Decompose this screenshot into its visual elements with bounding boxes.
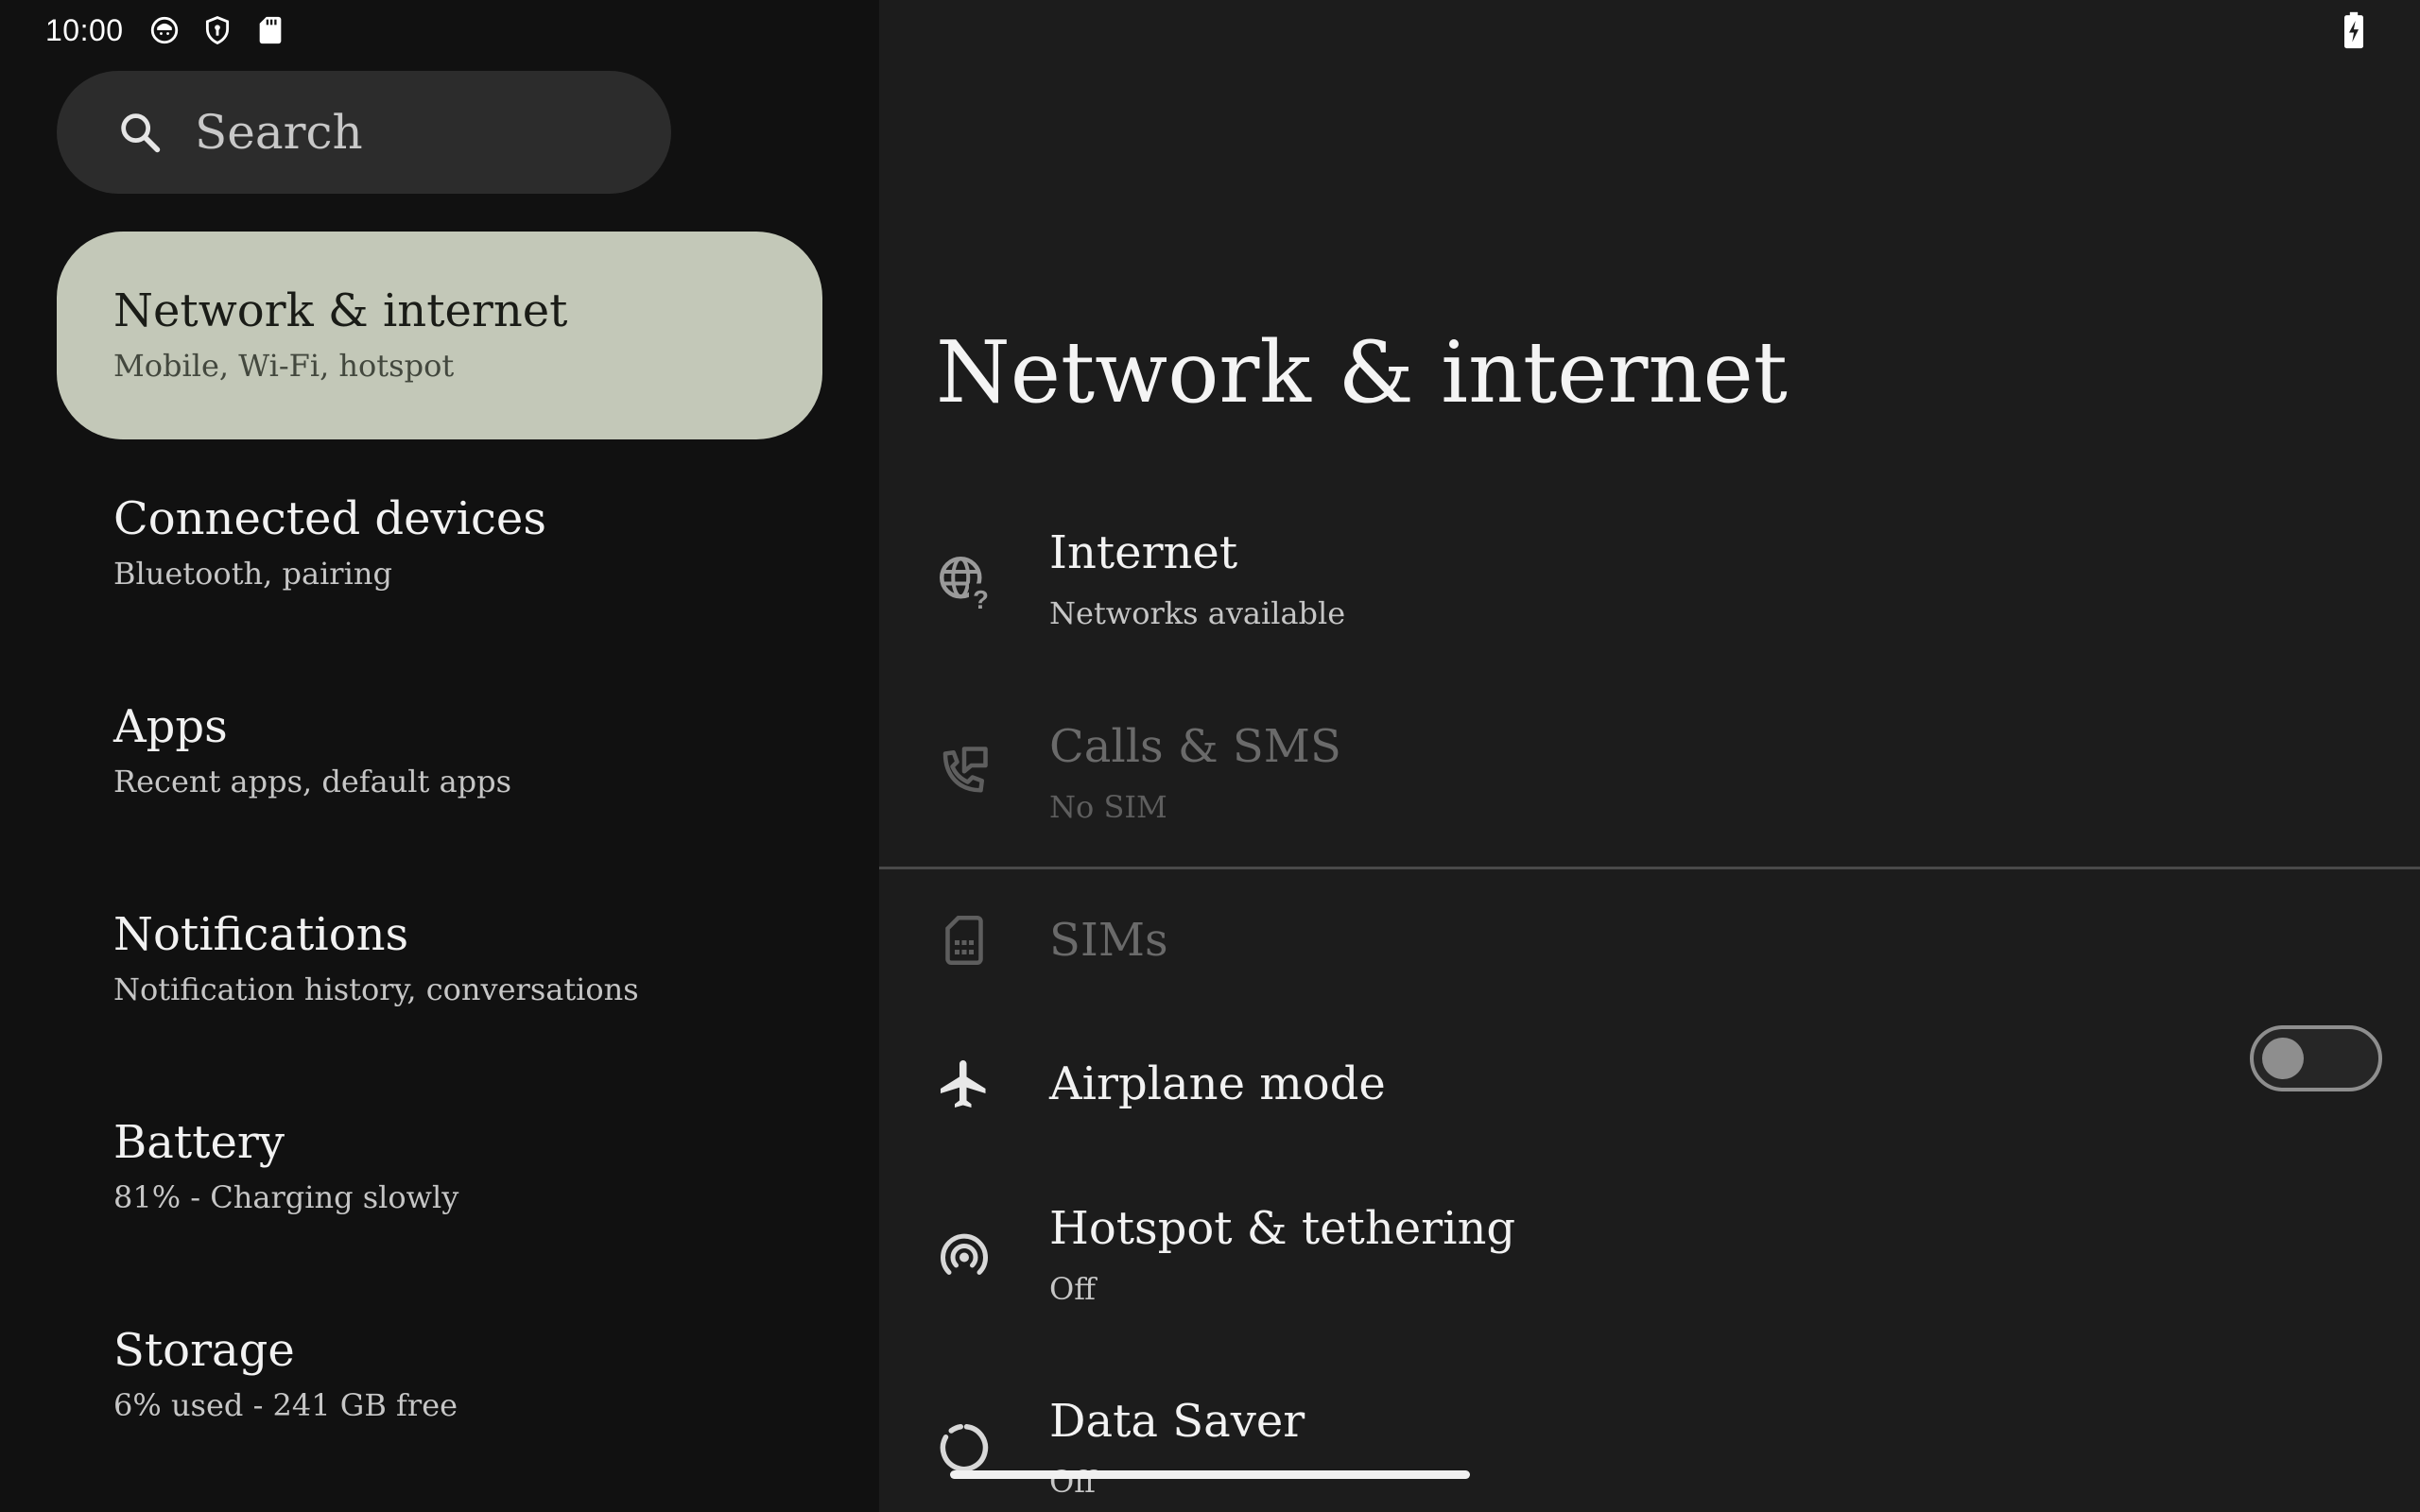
sidebar-item-title: Notifications (113, 908, 409, 961)
search-bar[interactable]: Search (57, 71, 671, 194)
setting-text: Data Saver Off (1049, 1393, 1305, 1503)
status-bar-left: 10:00 (45, 9, 286, 51)
gesture-navigation-handle[interactable] (950, 1470, 1470, 1479)
phone-message-icon (936, 742, 993, 799)
sidebar-item-notifications[interactable]: Notifications Notification history, conv… (57, 855, 822, 1063)
sidebar-item-title: Battery (113, 1116, 285, 1169)
sidebar-item-title: Storage (113, 1324, 295, 1377)
setting-title: SIMs (1049, 914, 1168, 967)
settings-detail-pane: Network & internet ? Internet Networks a… (879, 0, 2420, 1512)
airplane-mode-toggle[interactable] (2250, 1025, 2382, 1091)
setting-subtitle: Off (1049, 1271, 1096, 1307)
sidebar-item-title: Connected devices (113, 492, 546, 545)
shield-vpn-icon (201, 14, 233, 46)
setting-text: Airplane mode (1049, 1056, 1386, 1112)
battery-charging-icon (2340, 11, 2368, 49)
setting-subtitle: Off (1049, 1464, 1096, 1500)
settings-screen: 10:00 Search Network & internet Mobile, … (0, 0, 2420, 1512)
setting-text: Calls & SMS No SIM (1049, 718, 1341, 828)
setting-title: Data Saver (1049, 1395, 1305, 1448)
status-time: 10:00 (45, 12, 124, 47)
toggle-knob (2262, 1038, 2304, 1079)
data-saver-icon (936, 1419, 993, 1476)
search-icon (121, 113, 161, 153)
sidebar-item-battery[interactable]: Battery 81% - Charging slowly (57, 1063, 822, 1271)
airplane-icon (936, 1056, 993, 1112)
setting-title: Hotspot & tethering (1049, 1202, 1516, 1255)
sidebar-item-title: Apps (113, 700, 228, 753)
section-divider (879, 867, 2420, 869)
sidebar-item-connected-devices[interactable]: Connected devices Bluetooth, pairing (57, 439, 822, 647)
search-placeholder: Search (195, 105, 363, 160)
setting-title: Calls & SMS (1049, 720, 1341, 773)
sidebar-item-subtitle: Notification history, conversations (113, 971, 639, 1007)
settings-sidebar-pane: 10:00 Search Network & internet Mobile, … (0, 0, 879, 1512)
sidebar-item-title: Network & internet (113, 284, 568, 337)
setting-text: Hotspot & tethering Off (1049, 1200, 1515, 1310)
sidebar-item-subtitle: Recent apps, default apps (113, 764, 512, 799)
hotspot-icon (936, 1227, 993, 1283)
sidebar-item-subtitle: 6% used - 241 GB free (113, 1387, 458, 1423)
setting-title: Internet (1049, 526, 1238, 579)
sidebar-list: Network & internet Mobile, Wi-Fi, hotspo… (57, 232, 822, 1479)
setting-title: Airplane mode (1049, 1057, 1386, 1110)
svg-text:?: ? (973, 585, 989, 610)
sidebar-item-subtitle: Mobile, Wi-Fi, hotspot (113, 348, 455, 384)
setting-subtitle: No SIM (1049, 789, 1167, 825)
setting-subtitle: Networks available (1049, 595, 1346, 631)
sidebar-item-storage[interactable]: Storage 6% used - 241 GB free (57, 1271, 822, 1479)
face-notification-icon (148, 14, 181, 46)
sidebar-item-apps[interactable]: Apps Recent apps, default apps (57, 647, 822, 855)
setting-text: Internet Networks available (1049, 524, 1345, 634)
sidebar-item-subtitle: Bluetooth, pairing (113, 556, 392, 592)
sidebar-item-network-internet[interactable]: Network & internet Mobile, Wi-Fi, hotspo… (57, 232, 822, 439)
globe-question-icon: ? (936, 553, 993, 610)
sim-card-icon (936, 912, 993, 969)
sd-card-icon (254, 14, 286, 46)
page-title: Network & internet (936, 323, 1788, 422)
sidebar-item-subtitle: 81% - Charging slowly (113, 1179, 459, 1215)
setting-text: SIMs (1049, 912, 1168, 969)
